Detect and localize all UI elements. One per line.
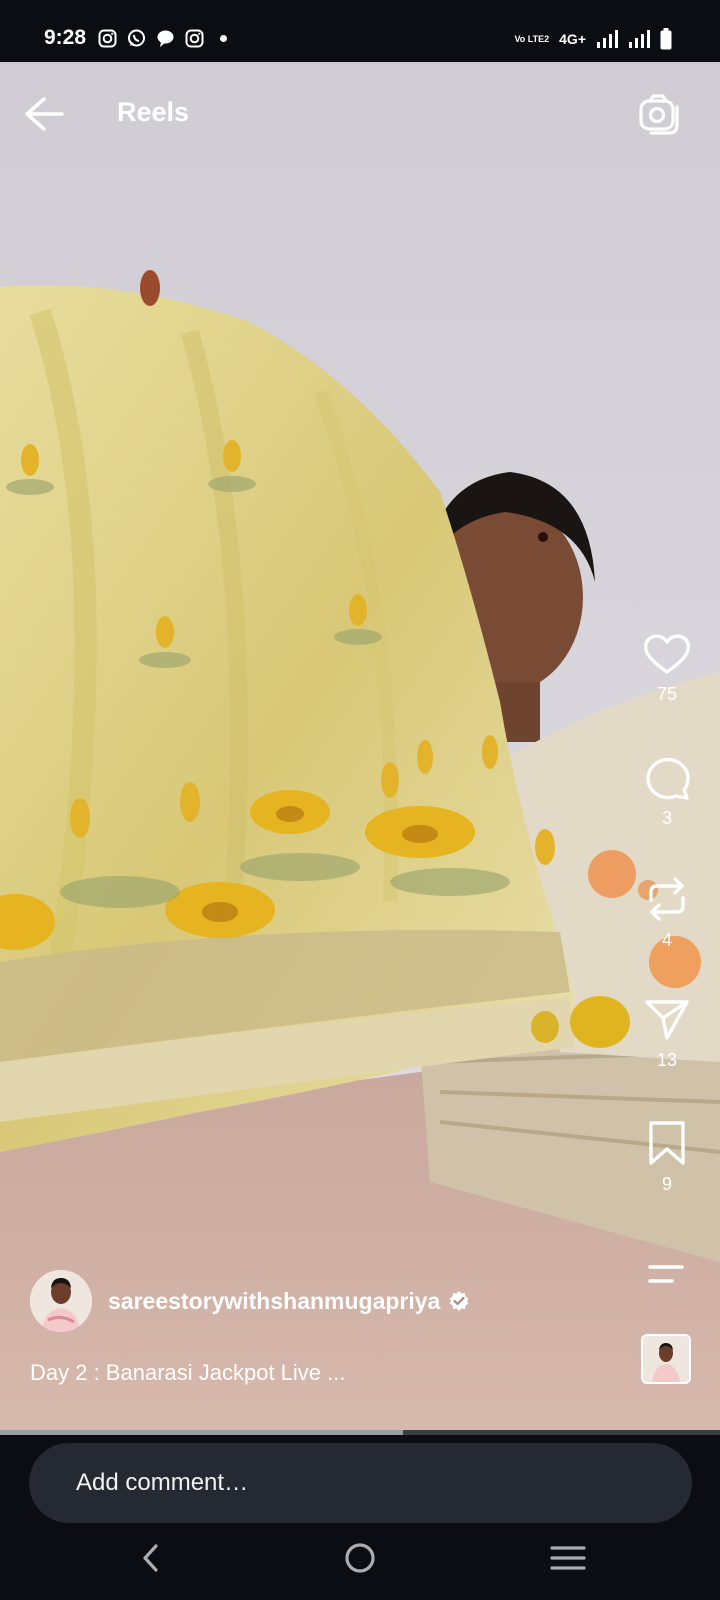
save-count: 9: [661, 1174, 672, 1194]
send-icon: [645, 1000, 689, 1040]
instagram-icon: [185, 29, 204, 48]
status-bar: 9:28 Vo LTE2 4G+: [0, 0, 720, 62]
camera-button[interactable]: [638, 92, 682, 136]
avatar[interactable]: [30, 1270, 92, 1332]
post-caption[interactable]: Day 2 : Banarasi Jackpot Live ...: [30, 1360, 346, 1386]
notification-icons: [98, 29, 233, 48]
volte-label: Vo LTE2: [514, 33, 550, 44]
home-circle-icon: [345, 1543, 375, 1573]
back-button[interactable]: [22, 94, 66, 134]
nav-home-button[interactable]: [330, 1540, 390, 1590]
bookmark-icon: [649, 1121, 685, 1165]
network-label: 4G+: [559, 31, 586, 47]
system-nav-bar: [0, 1540, 720, 1600]
status-time: 9:28: [44, 26, 87, 49]
video-frame-illustration: [0, 62, 720, 1430]
like-button[interactable]: 75: [632, 632, 702, 705]
verified-badge-icon: [449, 1291, 469, 1311]
page-title: Reels: [117, 97, 190, 127]
heart-icon: [643, 634, 691, 674]
menu-lines-icon: [550, 1546, 586, 1570]
repost-button[interactable]: 4: [632, 876, 702, 951]
signal-icon: [629, 30, 650, 48]
nav-recents-button[interactable]: [538, 1540, 598, 1590]
share-button[interactable]: 13: [632, 998, 702, 1071]
nav-back-button[interactable]: [120, 1540, 180, 1590]
whatsapp-icon: [127, 29, 146, 48]
comment-icon: [646, 757, 690, 800]
like-count: 75: [656, 684, 678, 704]
username[interactable]: sareestorywithshanmugapriya: [108, 1288, 440, 1315]
comment-input[interactable]: [74, 1468, 638, 1498]
audio-thumbnail[interactable]: [641, 1334, 691, 1384]
post-author[interactable]: sareestorywithshanmugapriya: [30, 1270, 470, 1332]
instagram-icon: [98, 29, 117, 48]
comment-button[interactable]: 3: [632, 754, 702, 829]
share-count: 13: [656, 1050, 678, 1070]
dot-icon: [214, 29, 233, 48]
comment-box[interactable]: [29, 1443, 692, 1523]
save-button[interactable]: 9: [632, 1120, 702, 1195]
arrow-left-icon: [25, 97, 64, 131]
chevron-left-icon: [143, 1544, 158, 1572]
chat-bubble-icon: [156, 29, 175, 48]
battery-icon: [660, 28, 672, 50]
reel-video[interactable]: [0, 62, 720, 1430]
more-lines-icon: [648, 1265, 684, 1283]
status-right: Vo LTE2 4G+: [514, 28, 672, 50]
repost-count: 4: [661, 930, 672, 950]
camera-icon: [639, 94, 679, 135]
more-options-button[interactable]: [646, 1262, 686, 1286]
comment-count: 3: [661, 808, 672, 828]
repost-icon: [649, 877, 685, 921]
signal-icon: [597, 30, 618, 48]
